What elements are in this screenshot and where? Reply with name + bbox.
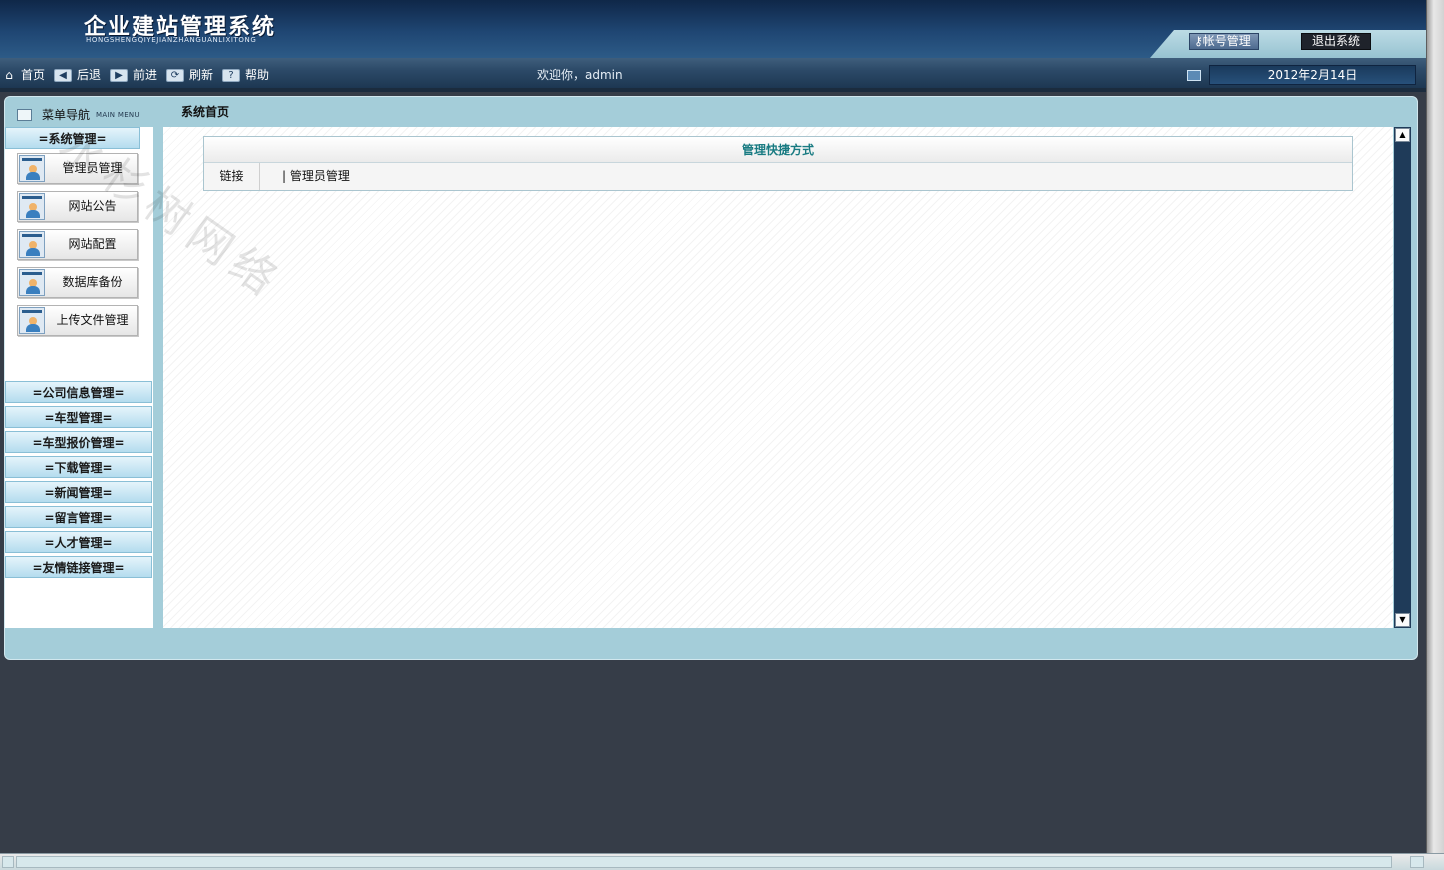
arrow-right-icon: ▶	[110, 68, 128, 82]
table-row: 链接 | 管理员管理	[204, 163, 1352, 190]
scroll-up-icon[interactable]: ▲	[1395, 128, 1410, 142]
sidebar-item-backup[interactable]: 数据库备份	[17, 267, 138, 298]
logout-button[interactable]: 退出系统	[1301, 33, 1371, 50]
menu-icon	[17, 108, 32, 121]
toolbar-back-label: 后退	[77, 68, 102, 82]
window-right-edge	[1426, 0, 1444, 870]
admin-manage-link[interactable]: | 管理员管理	[260, 163, 350, 190]
sidebar-item-upload[interactable]: 上传文件管理	[17, 305, 138, 336]
sidebar-group-cartype[interactable]: =车型管理=	[5, 406, 152, 428]
menu-header: 菜单导航 MAIN MENU	[17, 106, 140, 123]
content-area: 管理快捷方式 链接 | 管理员管理	[163, 127, 1393, 628]
nav-toolbar: ⌂ 首页 ◀ 后退 ▶ 前进 ⟳ 刷新 ? 帮助 欢迎你，admin 2012年…	[0, 58, 1426, 92]
sidebar-item-label: 数据库备份	[62, 275, 123, 289]
sidebar-item-label: 网站配置	[68, 237, 117, 251]
scroll-track[interactable]	[16, 856, 1392, 868]
shortcut-panel: 管理快捷方式 链接 | 管理员管理	[203, 136, 1353, 191]
toolbar-help-label: 帮助	[245, 68, 270, 82]
sidebar-group-message[interactable]: =留言管理=	[5, 506, 152, 528]
menu-title-en: MAIN MENU	[96, 110, 140, 119]
toolbar-refresh-label: 刷新	[189, 68, 214, 82]
key-icon: ⚷	[1194, 34, 1203, 48]
sidebar-item-label: 上传文件管理	[56, 313, 129, 327]
toolbar-forward[interactable]: ▶ 前进	[110, 67, 157, 83]
sidebar-group-price[interactable]: =车型报价管理=	[5, 431, 152, 453]
monitor-icon	[1187, 70, 1201, 81]
row-label: 链接	[204, 163, 260, 190]
horizontal-scrollbar[interactable]	[0, 853, 1444, 870]
vertical-scrollbar[interactable]: ▲ ▼	[1394, 127, 1411, 628]
home-icon: ⌂	[5, 67, 13, 82]
scroll-left-icon[interactable]	[2, 856, 14, 868]
toolbar-back[interactable]: ◀ 后退	[54, 67, 101, 83]
sidebar-group-system[interactable]: =系统管理=	[5, 127, 140, 149]
panel-title: 管理快捷方式	[204, 137, 1352, 163]
welcome-text: 欢迎你，admin	[537, 68, 623, 82]
date-display: 2012年2月14日	[1209, 65, 1416, 85]
menu-title: 菜单导航	[42, 108, 91, 122]
user-icon	[19, 307, 45, 334]
scroll-right-icon[interactable]	[1410, 856, 1424, 868]
sidebar-item-label: 网站公告	[68, 199, 117, 213]
toolbar-home-label: 首页	[21, 68, 46, 82]
refresh-icon: ⟳	[166, 68, 184, 82]
scroll-down-icon[interactable]: ▼	[1395, 613, 1410, 627]
user-icon	[19, 231, 45, 258]
toolbar-home[interactable]: ⌂ 首页	[2, 67, 45, 83]
toolbar-refresh[interactable]: ⟳ 刷新	[166, 67, 213, 83]
toolbar-forward-label: 前进	[133, 68, 158, 82]
sidebar-item-admin[interactable]: 管理员管理	[17, 153, 138, 184]
sidebar-group-company[interactable]: =公司信息管理=	[5, 381, 152, 403]
account-manage-button[interactable]: ⚷帐号管理	[1189, 33, 1259, 50]
sidebar-item-label: 管理员管理	[62, 161, 123, 175]
sidebar: =系统管理= 管理员管理 网站公告 网站配置 数据库备份 上传文件管理 =公司信…	[5, 127, 153, 628]
sidebar-group-talent[interactable]: =人才管理=	[5, 531, 152, 553]
arrow-left-icon: ◀	[54, 68, 72, 82]
sidebar-group-download[interactable]: =下载管理=	[5, 456, 152, 478]
sidebar-item-config[interactable]: 网站配置	[17, 229, 138, 260]
account-manage-label: 帐号管理	[1202, 34, 1251, 48]
toolbar-help[interactable]: ? 帮助	[222, 67, 269, 83]
sidebar-group-links[interactable]: =友情链接管理=	[5, 556, 152, 578]
user-icon	[19, 269, 45, 296]
main-frame: 菜单导航 MAIN MENU 系统首页 =系统管理= 管理员管理 网站公告 网站…	[4, 96, 1418, 660]
user-icon	[19, 155, 45, 182]
sidebar-group-news[interactable]: =新闻管理=	[5, 481, 152, 503]
breadcrumb: 系统首页	[181, 105, 230, 119]
app-subtitle: HONGSHENGQIYEJIANZHANGUANLIXITONG	[86, 36, 257, 44]
sidebar-item-notice[interactable]: 网站公告	[17, 191, 138, 222]
help-icon: ?	[222, 68, 240, 82]
user-icon	[19, 193, 45, 220]
app-header: 企业建站管理系统 HONGSHENGQIYEJIANZHANGUANLIXITO…	[0, 0, 1426, 58]
